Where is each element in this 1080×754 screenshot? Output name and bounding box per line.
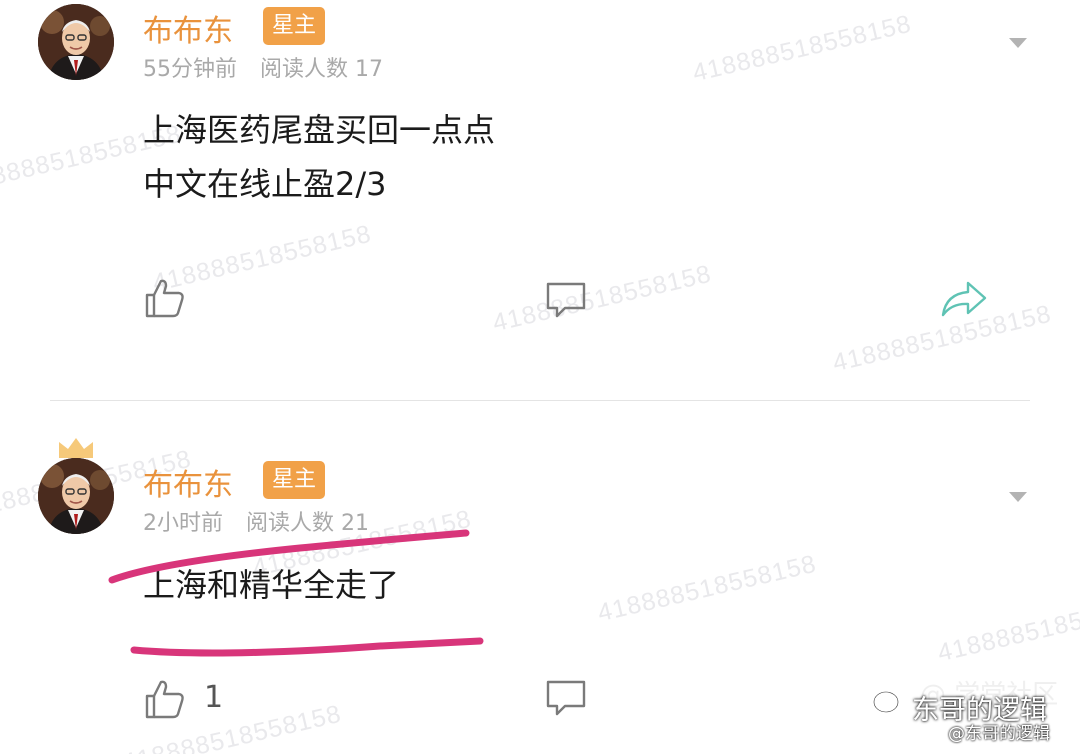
post-time: 55分钟前	[143, 57, 237, 82]
content-line: 上海医药尾盘买回一点点	[143, 111, 496, 149]
source-handle: @东哥的逻辑	[948, 724, 1050, 744]
author-name[interactable]: 布布东	[143, 460, 233, 504]
like-count: 1	[204, 680, 224, 715]
watermark-text: 418888518558158	[935, 589, 1080, 668]
avatar[interactable]	[38, 4, 114, 80]
comment-icon[interactable]	[545, 281, 587, 319]
avatar-image	[38, 4, 114, 80]
watermark-text: 418888518558158	[690, 9, 915, 88]
more-options-icon[interactable]	[1009, 492, 1027, 502]
owner-badge: 星主	[263, 7, 325, 45]
post-content: 上海医药尾盘买回一点点 中文在线止盈2/3	[143, 103, 495, 211]
content-line: 中文在线止盈2/3	[143, 165, 387, 203]
like-icon[interactable]	[144, 678, 186, 720]
owner-badge: 星主	[263, 461, 325, 499]
read-count: 阅读人数 21	[246, 511, 369, 536]
post-time: 2小时前	[143, 511, 223, 536]
watermark-text: 418888518558158	[595, 549, 820, 628]
content-line: 上海和精华全走了	[143, 566, 400, 604]
post-divider	[50, 400, 1030, 401]
post-meta: 55分钟前 阅读人数 17	[143, 51, 383, 83]
post-meta: 2小时前 阅读人数 21	[143, 505, 369, 537]
watermark-text: 418888518558158	[490, 259, 715, 338]
read-count: 阅读人数 17	[260, 57, 383, 82]
post-content: 上海和精华全走了	[143, 558, 399, 612]
share-icon[interactable]	[940, 280, 988, 318]
wechat-icon	[873, 691, 907, 718]
comment-icon[interactable]	[545, 679, 587, 717]
like-icon[interactable]	[144, 277, 186, 319]
author-name[interactable]: 布布东	[143, 6, 233, 50]
avatar-image	[38, 458, 114, 534]
more-options-icon[interactable]	[1009, 38, 1027, 48]
avatar[interactable]	[38, 458, 114, 534]
